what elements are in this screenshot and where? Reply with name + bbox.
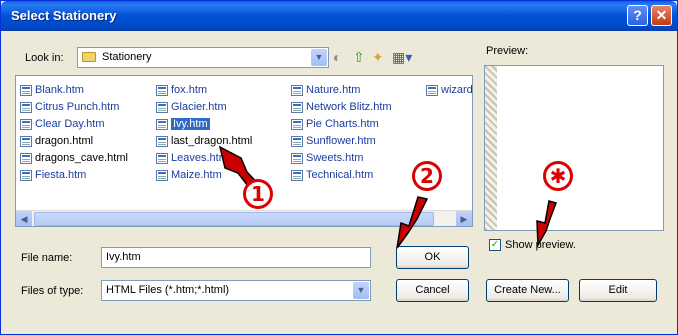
step-2-badge: 2: [412, 161, 442, 191]
select-stationery-dialog: Select Stationery ? ✕ Look in: Stationer…: [0, 0, 678, 335]
annotation-arrows: [218, 145, 557, 249]
step-1-badge: 1: [243, 179, 273, 209]
arrow-to-show-preview: [536, 200, 557, 248]
step-3-badge: ✱: [543, 161, 573, 191]
arrow-to-ok: [396, 196, 429, 249]
